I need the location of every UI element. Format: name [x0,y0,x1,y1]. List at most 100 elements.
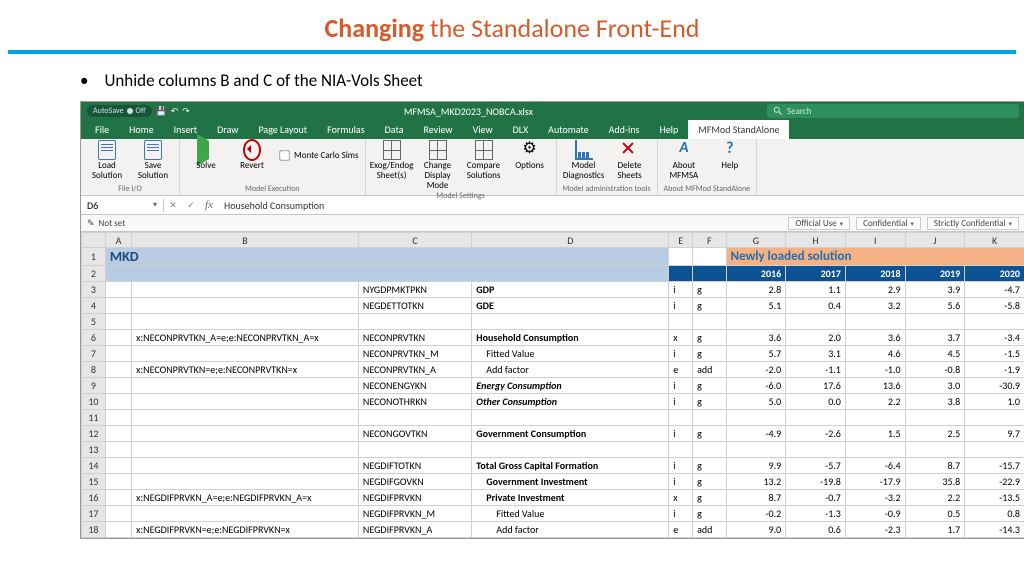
cell[interactable]: 0.5 [905,506,965,522]
cell[interactable]: 2.2 [845,394,905,410]
search-box[interactable]: Search [767,104,1019,118]
cell[interactable]: Household Consumption [472,330,669,346]
cell[interactable]: -5.8 [965,298,1024,314]
cell[interactable]: 2.9 [845,282,905,298]
cell[interactable]: 0.8 [965,506,1024,522]
cell[interactable]: -19.8 [786,474,846,490]
row-header[interactable]: 9 [82,378,106,394]
tab-review[interactable]: Review [414,120,463,139]
fx-icon[interactable]: fx [200,199,218,211]
col-header-G[interactable]: G [726,233,786,248]
cell[interactable]: 3.0 [905,378,965,394]
cell[interactable]: 0.0 [786,394,846,410]
tab-page-layout[interactable]: Page Layout [248,120,317,139]
cell[interactable]: -2.3 [845,522,905,538]
cell[interactable]: 1.0 [965,394,1024,410]
row-header[interactable]: 10 [82,394,106,410]
cell[interactable]: -2.0 [726,362,786,378]
solve-button[interactable]: Solve [186,141,226,171]
cell[interactable]: -13.5 [965,490,1024,506]
row-header[interactable]: 6 [82,330,106,346]
cancel-icon[interactable]: ✕ [164,200,182,211]
cell[interactable] [132,346,359,362]
save-solution-button[interactable]: Save Solution [133,141,173,181]
row-header[interactable]: 17 [82,506,106,522]
cell[interactable]: 2.2 [905,490,965,506]
cell[interactable]: 2.0 [786,330,846,346]
cell[interactable] [132,426,359,442]
cell[interactable]: 3.1 [786,346,846,362]
model-diagnostics-button[interactable]: Model Diagnostics [564,141,604,181]
cell[interactable]: Add factor [472,362,669,378]
cell[interactable]: i [669,394,693,410]
col-header-F[interactable]: F [693,233,726,248]
cell[interactable]: NYGDPMKTPKN [358,282,471,298]
cell[interactable]: 3.9 [905,282,965,298]
cell[interactable]: 9.0 [726,522,786,538]
cell[interactable]: x:NEGDIFPRVKN=e;e:NEGDIFPRVKN=x [132,522,359,538]
col-header-I[interactable]: I [845,233,905,248]
checkbox-input[interactable] [279,151,289,161]
cell[interactable]: NECONPRVTKN [358,330,471,346]
cell[interactable]: -1.9 [965,362,1024,378]
cell[interactable] [132,506,359,522]
cell[interactable]: -3.4 [965,330,1024,346]
cell[interactable]: 5.7 [726,346,786,362]
cell[interactable]: Energy Consumption [472,378,669,394]
cell[interactable]: g [693,378,726,394]
cell[interactable]: g [693,330,726,346]
change-display-mode-button[interactable]: Change Display Mode [418,141,458,191]
sensitivity-strictly-confidential[interactable]: Strictly Confidential▾ [927,217,1019,230]
cell[interactable]: Add factor [472,522,669,538]
cell[interactable]: 5.1 [726,298,786,314]
cell[interactable]: -1.5 [965,346,1024,362]
tab-home[interactable]: Home [119,120,163,139]
cell[interactable]: i [669,282,693,298]
grid[interactable]: ABCDEFGHIJK 1MKDNewly loaded solution220… [81,232,1024,538]
about-mfmsa-button[interactable]: AAbout MFMSA [664,141,704,181]
cell[interactable]: 13.2 [726,474,786,490]
tab-automate[interactable]: Automate [538,120,598,139]
monte-carlo-checkbox[interactable]: Monte Carlo Sims [278,149,359,162]
row-header[interactable]: 15 [82,474,106,490]
cell[interactable]: g [693,506,726,522]
cell[interactable]: Government Investment [472,474,669,490]
cell[interactable]: 9.9 [726,458,786,474]
cell[interactable] [132,282,359,298]
cell[interactable]: 1.7 [905,522,965,538]
tab-add-ins[interactable]: Add-ins [599,120,650,139]
cell[interactable]: i [669,506,693,522]
redo-icon[interactable]: ↷ [182,106,190,117]
cell[interactable]: NEGDIFPRVKN_A [358,522,471,538]
cell[interactable] [132,394,359,410]
cell[interactable]: 3.7 [905,330,965,346]
cell[interactable]: 17.6 [786,378,846,394]
cell[interactable]: 1.1 [786,282,846,298]
row-header[interactable]: 1 [82,248,106,266]
cell[interactable]: GDE [472,298,669,314]
cell[interactable]: 4.6 [845,346,905,362]
cell[interactable]: NECONGOVTKN [358,426,471,442]
row-header[interactable]: 8 [82,362,106,378]
cell[interactable]: 5.6 [905,298,965,314]
cell[interactable]: 4.5 [905,346,965,362]
row-header[interactable]: 5 [82,314,106,330]
col-header-C[interactable]: C [358,233,471,248]
cell[interactable]: -6.4 [845,458,905,474]
tab-data[interactable]: Data [375,120,414,139]
cell[interactable]: g [693,458,726,474]
delete-sheets-button[interactable]: Delete Sheets [610,141,650,181]
cell[interactable]: add [693,362,726,378]
cell[interactable] [132,474,359,490]
col-header-B[interactable]: B [132,233,359,248]
row-header[interactable]: 3 [82,282,106,298]
col-header-K[interactable]: K [965,233,1024,248]
col-header-D[interactable]: D [472,233,669,248]
row-header[interactable]: 2 [82,266,106,282]
cell[interactable]: 0.6 [786,522,846,538]
cell[interactable]: x:NECONPRVTKN_A=e;e:NECONPRVTKN_A=x [132,330,359,346]
cell[interactable]: i [669,298,693,314]
cell[interactable]: -1.3 [786,506,846,522]
help-button[interactable]: ?Help [710,141,750,171]
cell[interactable]: -22.9 [965,474,1024,490]
